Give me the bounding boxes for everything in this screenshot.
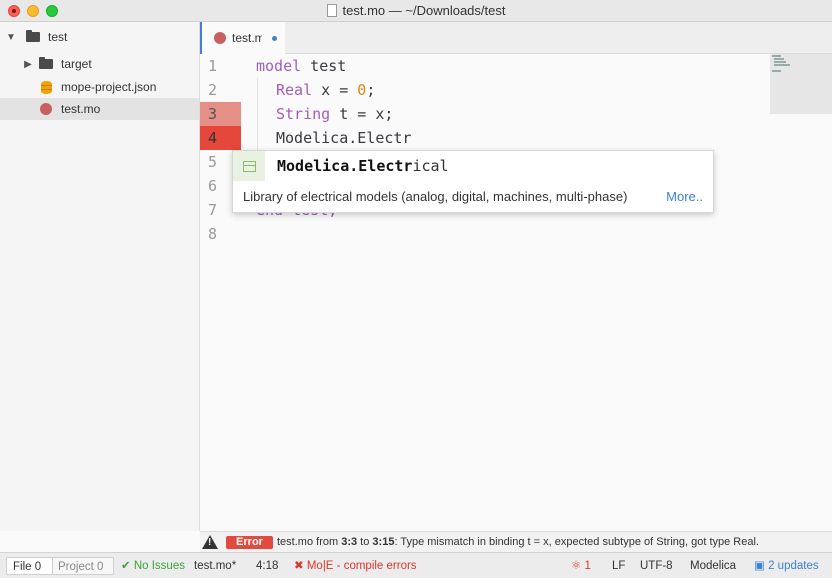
keyword: String bbox=[276, 105, 331, 123]
autocomplete-suggestion[interactable]: Modelica.Electrical bbox=[233, 151, 713, 181]
modelica-file-icon bbox=[214, 32, 226, 44]
cursor-position[interactable]: 4:18 bbox=[256, 557, 278, 575]
tab-label: test.mo bbox=[232, 31, 262, 45]
title-bar: test.mo — ~/Downloads/test bbox=[0, 0, 832, 22]
code-text: x = bbox=[312, 81, 358, 99]
file-filter-button[interactable]: File 0 bbox=[7, 558, 53, 574]
error-badge: Error bbox=[226, 535, 273, 549]
matched-text: Modelica.Electr bbox=[277, 157, 413, 175]
error-to: 3:15 bbox=[372, 536, 395, 548]
minimap[interactable] bbox=[770, 54, 832, 114]
line-number-error: 3 bbox=[200, 102, 241, 126]
line-ending-selector[interactable]: LF bbox=[612, 557, 625, 575]
window-title-text: test.mo — ~/Downloads/test bbox=[342, 3, 506, 18]
database-icon bbox=[41, 80, 52, 94]
warning-icon bbox=[202, 535, 218, 549]
no-issues-status[interactable]: ✔ No Issues bbox=[121, 557, 185, 575]
code-line: String t = x; bbox=[276, 102, 393, 126]
status-bar: File 0 Project 0 ✔ No Issues test.mo* 4:… bbox=[0, 552, 832, 578]
window-title: test.mo — ~/Downloads/test bbox=[0, 3, 832, 18]
error-from-word: from bbox=[316, 536, 339, 548]
keyword: Real bbox=[276, 81, 313, 99]
chevron-down-icon[interactable]: ▼ bbox=[6, 32, 16, 43]
error-text: : Type mismatch in binding t = x, expect… bbox=[394, 536, 759, 548]
number-literal: 0 bbox=[357, 81, 367, 99]
tree-item-label: mope-project.json bbox=[61, 80, 157, 94]
check-icon: ✔ bbox=[121, 560, 131, 572]
document-icon bbox=[326, 4, 337, 17]
tree-item-target[interactable]: ▶ target bbox=[0, 53, 199, 75]
modified-indicator-icon[interactable] bbox=[272, 35, 277, 41]
tree-root-label: test bbox=[48, 30, 68, 44]
error-to-word: to bbox=[360, 536, 370, 548]
indent-guide bbox=[257, 78, 258, 150]
suggestion-description: Library of electrical models (analog, di… bbox=[243, 189, 628, 204]
code-text: ; bbox=[366, 81, 376, 99]
tab-test-mo[interactable]: test.mo bbox=[200, 22, 285, 54]
line-number: 1 bbox=[208, 57, 218, 75]
bug-icon: ⚛ bbox=[571, 560, 582, 572]
code-line: Modelica.Electr bbox=[276, 126, 411, 150]
code-editor[interactable]: 1 2 3 4 5 6 7 8 model test Real x = 0; S… bbox=[200, 54, 832, 531]
tree-item-label: target bbox=[61, 57, 92, 71]
window: test.mo — ~/Downloads/test ▼ test ▶ targ… bbox=[0, 0, 832, 578]
error-message[interactable]: test.mo from 3:3 to 3:15: Type mismatch … bbox=[277, 536, 759, 548]
autocomplete-popup: Modelica.Electrical Library of electrica… bbox=[232, 150, 714, 213]
line-number: 2 bbox=[208, 81, 218, 99]
package-icon bbox=[233, 151, 265, 181]
modelica-file-icon bbox=[40, 103, 52, 115]
tree-root-test[interactable]: ▼ test bbox=[0, 26, 199, 48]
code-text: t = x; bbox=[330, 105, 394, 123]
code-line: Real x = 0; bbox=[276, 78, 375, 102]
code-line: model test bbox=[256, 54, 346, 78]
encoding-selector[interactable]: UTF-8 bbox=[640, 557, 673, 575]
tab-bar: test.mo bbox=[200, 22, 832, 54]
keyword: model bbox=[256, 57, 302, 75]
tree-item-label: test.mo bbox=[61, 102, 101, 116]
completion-text: ical bbox=[412, 157, 449, 175]
compile-errors-status[interactable]: ✖ Mo|E - compile errors bbox=[294, 557, 417, 575]
x-icon: ✖ bbox=[294, 560, 304, 572]
folder-icon bbox=[39, 57, 53, 69]
code-text: test bbox=[301, 57, 347, 75]
more-link[interactable]: More.. bbox=[666, 189, 703, 204]
error-from: 3:3 bbox=[341, 536, 358, 548]
project-filter-button[interactable]: Project 0 bbox=[53, 558, 103, 574]
chevron-right-icon[interactable]: ▶ bbox=[23, 59, 33, 70]
current-file[interactable]: test.mo* bbox=[194, 557, 236, 575]
folder-icon bbox=[26, 30, 40, 42]
error-file[interactable]: test.mo bbox=[277, 536, 313, 548]
linter-filter[interactable]: File 0 Project 0 bbox=[6, 557, 114, 575]
linter-panel: Error test.mo from 3:3 to 3:15: Type mis… bbox=[200, 531, 832, 552]
tree-item-test-mo[interactable]: test.mo bbox=[0, 98, 199, 120]
grammar-selector[interactable]: Modelica bbox=[690, 557, 736, 575]
bug-report-status[interactable]: ⚛ 1 bbox=[571, 557, 591, 575]
package-icon: ▣ bbox=[754, 560, 765, 572]
line-number: 8 bbox=[208, 225, 218, 243]
tree-view: ▼ test ▶ target mope-project.json test.m… bbox=[0, 22, 200, 531]
tree-item-mope-project-json[interactable]: mope-project.json bbox=[0, 76, 199, 98]
line-number-error: 4 bbox=[200, 126, 241, 150]
code-text: Modelica.Electr bbox=[276, 129, 412, 147]
package-updates[interactable]: ▣ 2 updates bbox=[754, 557, 819, 575]
